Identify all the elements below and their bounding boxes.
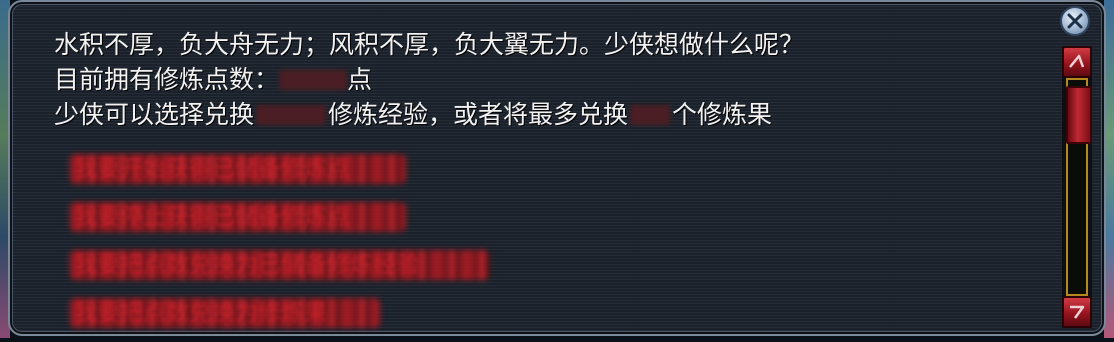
points-label: 目前拥有修炼点数： — [54, 65, 280, 94]
dialog-line-1: 水积不厚，负大舟无力；风积不厚，负大翼无力。少侠想做什么呢？ — [54, 30, 805, 59]
option-convert-to-exp[interactable]: 我要把点数兑换为已储备修炼经验 — [70, 246, 490, 284]
fruit-count-redacted — [630, 105, 671, 125]
exchange-suffix: 个修炼果 — [672, 100, 773, 129]
option-label: 我要开始获得已储备修炼点 — [74, 156, 350, 182]
scroll-down-button[interactable] — [1062, 296, 1092, 328]
close-x-icon — [1067, 13, 1083, 29]
dialog-text-points: 目前拥有修炼点数： 点 — [54, 65, 372, 95]
scroll-up-button[interactable] — [1062, 46, 1092, 78]
triangle-down-icon — [1070, 305, 1085, 319]
triangle-up-icon — [1069, 54, 1085, 68]
scroll-thumb[interactable] — [1066, 86, 1092, 144]
scroll-track[interactable] — [1066, 78, 1092, 296]
option-label: 我要把点数兑换为修炼果 — [74, 300, 327, 326]
exchange-prefix: 少侠可以选择兑换 — [54, 100, 255, 129]
option-stop-gain-points[interactable]: 我要停止获得已储备修炼点 — [70, 198, 406, 236]
points-value-redacted — [279, 70, 348, 90]
option-start-gain-points[interactable]: 我要开始获得已储备修炼点 — [70, 150, 406, 188]
exchange-middle: 修炼经验，或者将最多兑换 — [328, 100, 629, 129]
option-label: 我要停止获得已储备修炼点 — [74, 204, 350, 230]
close-button[interactable] — [1060, 6, 1090, 36]
points-unit: 点 — [347, 65, 373, 94]
option-label: 我要把点数兑换为已储备修炼经验 — [74, 252, 419, 278]
dialog-text-exchange: 少侠可以选择兑换 修炼经验，或者将最多兑换 个修炼果 — [54, 100, 772, 130]
dialog-text-proverb: 水积不厚，负大舟无力；风积不厚，负大翼无力。少侠想做什么呢？ — [54, 30, 804, 60]
npc-dialog-box: 水积不厚，负大舟无力；风积不厚，负大翼无力。少侠想做什么呢？ 目前拥有修炼点数：… — [8, 0, 1106, 336]
exp-value-redacted — [256, 105, 327, 125]
option-convert-to-fruit[interactable]: 我要把点数兑换为修炼果 — [70, 294, 380, 332]
dialog-options: 我要开始获得已储备修炼点 我要停止获得已储备修炼点 我要把点数兑换为已储备修炼经… — [70, 150, 490, 342]
scrollbar[interactable] — [1062, 46, 1092, 328]
